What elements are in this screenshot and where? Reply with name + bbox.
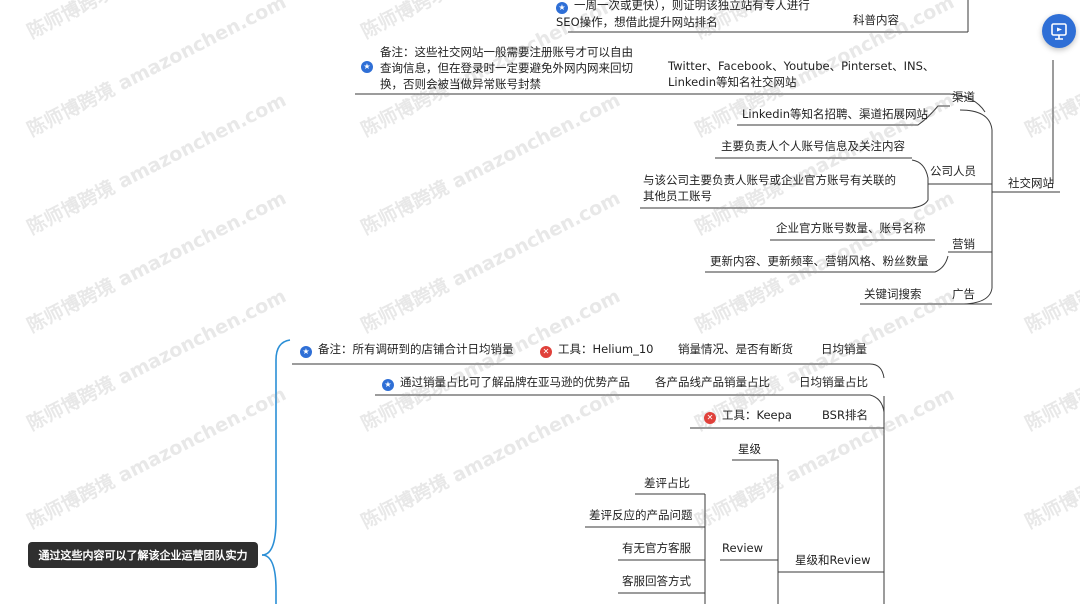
daily-tool[interactable]: ✕工具：Helium_10 (540, 341, 654, 358)
curve-root-down (262, 555, 276, 604)
share-detail[interactable]: 各产品线产品销量占比 (655, 374, 770, 390)
review-item[interactable]: 差评反应的产品问题 (589, 507, 693, 523)
share-note[interactable]: ★通过销量占比可了解品牌在亚马逊的优势产品 (382, 374, 630, 391)
marketing-b[interactable]: 更新内容、更新频率、营销风格、粉丝数量 (710, 253, 929, 269)
review-item[interactable]: 差评占比 (644, 475, 690, 491)
node-marketing[interactable]: 营销 (952, 236, 975, 252)
star-badge-icon: ★ (361, 61, 373, 73)
curve-root-up (262, 340, 290, 555)
node-rating[interactable]: 星级和Review (795, 552, 871, 568)
staff-b[interactable]: 与该公司主要负责人账号或企业官方账号有关联的其他员工账号 (643, 172, 905, 204)
node-share[interactable]: 日均销量占比 (799, 374, 868, 390)
node-bsr[interactable]: BSR排名 (822, 407, 868, 423)
ads-a[interactable]: 关键词搜索 (864, 286, 922, 302)
present-button[interactable] (1042, 14, 1076, 48)
present-icon (1042, 14, 1076, 48)
root-node[interactable]: 通过这些内容可以了解该企业运营团队实力 (28, 542, 258, 568)
star-badge-icon: ★ (300, 346, 312, 358)
staff-a[interactable]: 主要负责人个人账号信息及关注内容 (721, 138, 905, 154)
daily-note[interactable]: ★备注：所有调研到的店铺合计日均销量 (300, 341, 514, 358)
tool-badge-icon: ✕ (704, 412, 716, 424)
node-social[interactable]: 社交网站 (1008, 175, 1054, 191)
channel-note[interactable]: 备注：这些社交网站一般需要注册账号才可以自由查询信息，但在登录时一定要避免外网内… (380, 44, 642, 92)
review-item[interactable]: 有无官方客服 (622, 540, 691, 556)
bsr-tool[interactable]: ✕工具：Keepa (704, 407, 792, 424)
node-top[interactable]: 科普内容 (853, 12, 899, 28)
channel-linkedin[interactable]: Linkedin等知名招聘、渠道拓展网站 (742, 106, 928, 122)
top-note[interactable]: ★一周一次或更快），则证明该独立站有专人进行SEO操作，想借此提升网站排名 (556, 0, 816, 30)
review-item[interactable]: 客服回答方式 (622, 573, 691, 589)
marketing-a[interactable]: 企业官方账号数量、账号名称 (776, 220, 926, 236)
node-staff[interactable]: 公司人员 (930, 163, 976, 179)
node-channel[interactable]: 渠道 (952, 89, 975, 105)
channel-platforms[interactable]: Twitter、Facebook、Youtube、Pinterset、INS、L… (668, 58, 936, 90)
star-badge-icon: ★ (556, 2, 568, 14)
mindmap-canvas: 陈师博跨境 amazonchen.com 陈师博跨境 amazonchen.co… (0, 0, 1080, 604)
node-daily[interactable]: 日均销量 (821, 341, 867, 357)
node-review[interactable]: Review (722, 540, 763, 556)
line-share (375, 395, 884, 420)
node-star[interactable]: 星级 (738, 441, 761, 457)
node-ads[interactable]: 广告 (952, 286, 975, 302)
star-badge-icon: ★ (382, 379, 394, 391)
tool-badge-icon: ✕ (540, 346, 552, 358)
daily-detail[interactable]: 销量情况、是否有断货 (678, 341, 793, 357)
line-social-brace (960, 110, 992, 304)
